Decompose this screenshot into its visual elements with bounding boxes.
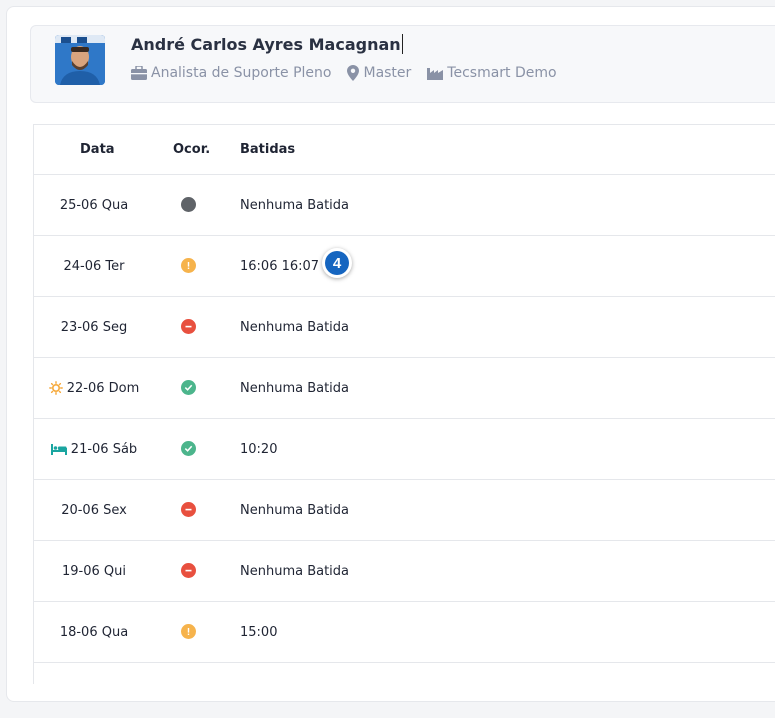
punches-label: 15:00 [240, 624, 278, 640]
punches-cell: 15:00 [240, 602, 277, 662]
avatar [55, 35, 105, 85]
table-row[interactable]: 21-06 Sáb 10:20 [34, 419, 775, 480]
date-cell: 21-06 Sáb [34, 419, 154, 479]
punches-cell: Nenhuma Batida [240, 480, 349, 540]
status-error-icon [181, 319, 196, 334]
role-info: Analista de Suporte Pleno [131, 65, 331, 81]
date-cell: 23-06 Seg [34, 297, 154, 357]
step-marker-badge: 4 [322, 248, 352, 278]
status-error-icon [181, 502, 196, 517]
bed-icon [50, 443, 67, 455]
punches-label: 10:20 [240, 441, 278, 457]
status-neutral-icon [181, 197, 196, 212]
date-label: 21-06 Sáb [70, 441, 138, 457]
date-label: 18-06 Qua [59, 624, 129, 640]
company-info: Tecsmart Demo [427, 65, 557, 81]
table-row[interactable]: 25-06 Qua Nenhuma Batida [34, 175, 775, 236]
date-label: 19-06 Qui [62, 563, 126, 579]
punches-label: 16:06 16:07 [240, 258, 320, 274]
table-row[interactable]: 22-06 Dom Nenhuma Batida [34, 358, 775, 419]
employee-name: André Carlos Ayres Macagnan [131, 34, 403, 54]
employee-meta: Analista de Suporte Pleno Master Tecsmar… [131, 65, 573, 81]
punches-label: Nenhuma Batida [240, 380, 350, 396]
location-info: Master [347, 65, 411, 81]
step-marker-number: 4 [325, 251, 349, 275]
date-cell: 25-06 Qua [34, 175, 154, 235]
status-ok-icon [181, 441, 196, 456]
occurrence-cell[interactable] [181, 624, 197, 640]
briefcase-icon [131, 66, 147, 80]
column-header-occurrence[interactable]: Ocor. [173, 142, 210, 157]
date-label: 20-06 Sex [61, 502, 127, 518]
date-cell: 18-06 Qua [34, 602, 154, 662]
punches-label: Nenhuma Batida [240, 319, 350, 335]
occurrence-cell[interactable] [181, 502, 197, 518]
text-cursor [401, 34, 403, 54]
employee-header: André Carlos Ayres Macagnan Analista de … [30, 25, 775, 103]
table-row[interactable]: 23-06 Seg Nenhuma Batida [34, 297, 775, 358]
table-row[interactable]: 20-06 Sex Nenhuma Batida [34, 480, 775, 541]
date-label: 22-06 Dom [66, 380, 140, 396]
punches-table: Data Ocor. Batidas 25-06 Qua Nenhuma Bati… [33, 124, 775, 684]
punches-cell: Nenhuma Batida [240, 541, 349, 601]
status-warning-icon [181, 624, 196, 639]
occurrence-cell[interactable] [181, 380, 197, 396]
punches-cell: 10:20 [240, 419, 277, 479]
punches-label: Nenhuma Batida [240, 563, 350, 579]
date-cell: 24-06 Ter [34, 236, 154, 296]
table-row[interactable]: 18-06 Qua 15:00 [34, 602, 775, 663]
punches-cell: Nenhuma Batida [240, 358, 349, 418]
punches-cell: Nenhuma Batida [240, 297, 349, 357]
occurrence-cell[interactable] [181, 563, 197, 579]
occurrence-cell[interactable] [181, 319, 197, 335]
column-header-punches[interactable]: Batidas [240, 142, 295, 157]
status-error-icon [181, 563, 196, 578]
date-cell: 22-06 Dom [34, 358, 154, 418]
map-pin-icon [347, 65, 360, 81]
date-cell: 20-06 Sex [34, 480, 154, 540]
role-label: Analista de Suporte Pleno [151, 65, 332, 81]
factory-icon [427, 68, 444, 80]
date-label: 24-06 Ter [63, 258, 125, 274]
occurrence-cell[interactable] [181, 258, 197, 274]
column-header-date[interactable]: Data [80, 142, 115, 157]
sun-icon [48, 381, 63, 395]
status-ok-icon [181, 380, 196, 395]
date-cell: 19-06 Qui [34, 541, 154, 601]
occurrence-cell[interactable] [181, 197, 197, 213]
occurrence-cell[interactable] [181, 441, 197, 457]
date-label: 25-06 Qua [59, 197, 129, 213]
table-header: Data Ocor. Batidas [34, 125, 775, 175]
punches-cell: Nenhuma Batida [240, 175, 349, 235]
punches-cell: 16:06 16:07 [240, 236, 319, 296]
table-row[interactable]: 19-06 Qui Nenhuma Batida [34, 541, 775, 602]
punches-label: Nenhuma Batida [240, 502, 350, 518]
punches-label: Nenhuma Batida [240, 197, 350, 213]
location-label: Master [363, 65, 412, 81]
status-warning-icon [181, 258, 196, 273]
date-label: 23-06 Seg [60, 319, 128, 335]
table-row[interactable]: 24-06 Ter 16:06 16:07 [34, 236, 775, 297]
company-label: Tecsmart Demo [447, 65, 557, 81]
